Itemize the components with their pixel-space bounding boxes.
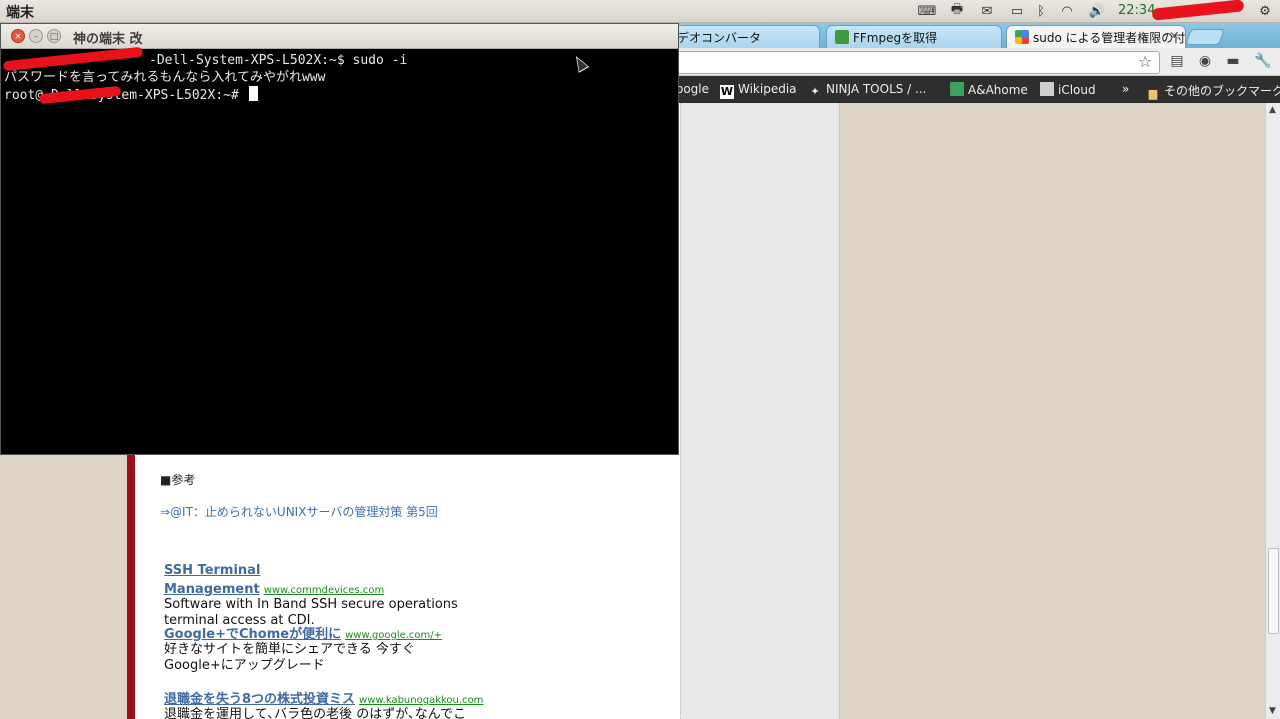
terminal-titlebar[interactable]: × – □ 神の端末 改 [1,24,678,49]
wikipedia-icon: W [720,85,734,99]
bookmark-aahome[interactable]: A&Ahome [950,82,1028,97]
ad-title-link[interactable]: Google+でChomeが便利に [164,627,341,642]
maximize-icon[interactable]: □ [47,29,61,43]
active-app-name: 端末 [6,5,34,21]
ad-item: Google+でChomeが便利に www.google.com/+ 好きなサイト… [164,623,484,674]
desktop: 端末 ⌨ 🖶 ✉ ▭ ᛒ ◠ 🔊 22:34 ⚙ デオコンバータ FFmpegを… [0,0,1280,719]
ninja-icon: ✦ [810,85,820,98]
bookmarks-overflow[interactable]: » [1122,82,1129,96]
keyboard-icon[interactable]: ⌨ [918,3,937,19]
address-bar[interactable] [672,51,1160,74]
aahome-icon [950,82,964,96]
redaction-mark [1151,0,1245,21]
mail-icon[interactable]: ✉ [978,3,996,19]
volume-icon[interactable]: 🔊 [1088,3,1106,19]
window-icon[interactable]: ▬ [1224,53,1242,71]
wrench-icon[interactable]: 🔧 [1254,53,1272,71]
ad-title-link[interactable]: SSH Terminal Management [164,563,260,597]
vertical-scrollbar[interactable]: ▲ ▼ [1265,103,1280,719]
ad-url[interactable]: www.google.com/+ [345,630,442,641]
bookmark-icloud[interactable]: iCloud [1040,82,1096,97]
extension-icon[interactable]: ▤ [1168,53,1186,71]
camera-icon[interactable]: ◉ [1196,53,1214,71]
bookmark-ninja-tools[interactable]: ✦ NINJA TOOLS / ... [808,82,926,99]
new-tab-button[interactable] [1185,29,1225,45]
scroll-down-icon[interactable]: ▼ [1269,706,1276,716]
reference-link[interactable]: ⇒@IT：止められないUNIXサーバの管理対策 第5回 [160,503,438,520]
folder-icon: ▆ [1148,87,1158,100]
icloud-icon [1040,82,1054,96]
close-icon[interactable]: × [11,29,25,43]
ad-item: SSH Terminal Management www.commdevices.c… [164,559,484,629]
top-panel: 端末 ⌨ 🖶 ✉ ▭ ᛒ ◠ 🔊 22:34 ⚙ [0,0,1280,23]
bookmark-other[interactable]: ▆ その他のブックマーク [1146,82,1280,101]
terminal-title: 神の端末 改 [73,32,143,47]
terminal-line: パスワードを言ってみれるもんなら入れてみやがれwww [4,70,326,85]
ad-description: 退職金を運用して､バラ色の老後 のはずが､なんでこんなことに･･ [164,707,467,719]
bookmark-wikipedia[interactable]: W Wikipedia [720,82,797,99]
scrollbar-thumb[interactable] [1268,548,1279,634]
minimize-icon[interactable]: – [29,29,43,43]
page-sidebar [680,103,840,719]
battery-icon[interactable]: ▭ [1008,3,1026,19]
close-tab-icon[interactable]: ✕ [1169,29,1179,43]
tab-label: デオコンバータ [677,31,762,45]
terminal-cursor [248,86,258,101]
scroll-up-icon[interactable]: ▲ [1269,105,1276,115]
ad-url[interactable]: www.kabunogakkou.com [359,695,483,706]
ffmpeg-icon [835,30,849,44]
terminal-window[interactable]: × – □ 神の端末 改 -Dell-System-XPS-L502X:~$ s… [0,23,679,455]
clock[interactable]: 22:34 [1118,3,1155,18]
ad-item: 退職金を失う8つの株式投資ミス www.kabunogakkou.com 退職金を… [164,688,484,719]
ad-description: 好きなサイトを簡単にシェアできる 今すぐGoogle+にアップグレード [164,642,415,673]
gear-icon[interactable]: ⚙ [1256,3,1274,19]
reference-heading: ■参考 [160,473,196,487]
tab-video-converter[interactable]: デオコンバータ [668,25,820,48]
bookmark-star-icon[interactable]: ☆ [1138,52,1152,71]
tab-ffmpeg[interactable]: FFmpegを取得 [826,25,1002,48]
tab-sudo[interactable]: sudo による管理者権限の付 ✕ [1006,25,1186,48]
wifi-icon[interactable]: ◠ [1058,3,1076,19]
tab-label: FFmpegを取得 [853,31,938,45]
bluetooth-icon[interactable]: ᛒ [1032,3,1050,19]
printer-icon[interactable]: 🖶 [948,2,966,19]
ad-title-link[interactable]: 退職金を失う8つの株式投資ミス [164,692,355,707]
tab-label: sudo による管理者権限の付 [1033,31,1186,45]
ad-url[interactable]: www.commdevices.com [264,585,385,596]
google-icon [1015,30,1029,44]
bookmark-google[interactable]: oogle [676,82,709,96]
